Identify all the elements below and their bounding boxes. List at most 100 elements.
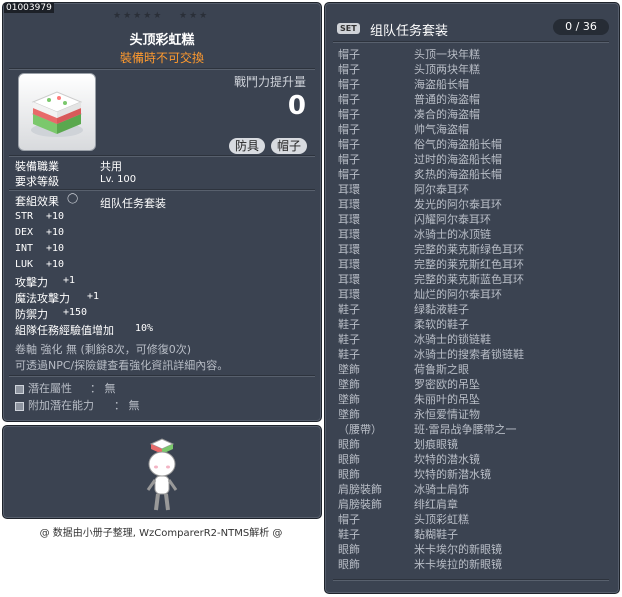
set-item-row: （腰帶） 班·雷昂战争腰带之一 [338,422,517,437]
set-item-category: 眼飾 [338,543,360,556]
set-item-name: 头顶两块年糕 [414,63,480,76]
set-badge: SET [337,23,360,34]
scroll-upgrade-info: 卷軸 強化 無 (剩餘8次，可修復0次) [15,343,192,356]
bonus-potential-bullet-icon [15,401,24,411]
star-force-stars-left: ★★★★★ [113,11,164,21]
set-item-row: 眼飾 米卡埃拉的新眼镜 [338,557,502,572]
set-item-row: 帽子 过时的海盗船长帽 [338,152,502,167]
set-item-category: 帽子 [338,93,360,106]
set-item-category: 墜飾 [338,363,360,376]
set-item-row: 眼飾 坎特的潜水镜 [338,452,480,467]
character-preview-icon [146,438,178,511]
set-item-category: 帽子 [338,48,360,61]
set-item-name: 过时的海盗船长帽 [414,153,502,166]
set-item-row: 耳環 完整的莱克斯蓝色耳环 [338,272,524,287]
item-tooltip-panel: 01003979 ★★★★★ ★★★ 头顶彩虹糕 裝備時不可交換 戰鬥力提升量 … [2,2,322,422]
set-progress-counter: 0 / 36 [553,19,609,35]
set-item-name: 炙热的海盗船长帽 [414,168,502,181]
set-item-row: 耳環 完整的莱克斯绿色耳环 [338,242,524,257]
set-item-row: 帽子 帅气海盗帽 [338,122,469,137]
set-item-name: 头顶一块年糕 [414,48,480,61]
set-item-category: 耳環 [338,228,360,241]
set-item-name: 班·雷昂战争腰带之一 [414,423,517,436]
set-item-category: 耳環 [338,273,360,286]
set-item-name: 头顶彩虹糕 [414,513,469,526]
bonus-potential-label: 附加潛在能力 [28,399,94,412]
set-item-row: 鞋子 冰骑士的搜索者锁链鞋 [338,347,524,362]
set-item-row: 帽子 海盗船长帽 [338,77,469,92]
stat-value-party-quest-exp: 10% [135,323,154,334]
potential-bullet-icon [15,384,24,394]
set-item-name: 阿尔泰耳环 [414,183,469,196]
set-item-category: 帽子 [338,108,360,121]
set-info-panel: SET 组队任务套装 0 / 36 帽子 头顶一块年糕 帽子 头顶两块年糕 帽子 海盗船长… [324,2,620,594]
set-item-name: 灿烂的阿尔泰耳环 [414,288,502,301]
set-item-name: 冰骑士肩饰 [414,483,469,496]
set-item-row: 帽子 普通的海盗帽 [338,92,480,107]
item-code: 01003979 [4,3,54,13]
set-item-category: 帽子 [338,63,360,76]
set-item-category: 眼飾 [338,438,360,451]
divider [9,68,315,70]
set-effect-value: 组队任务套装 [100,197,166,210]
stat-name-str: STR [15,211,34,222]
set-item-row: 鞋子 冰骑士的锁链鞋 [338,332,491,347]
level-label: 要求等級 [15,175,59,188]
set-item-name: 划痕眼镜 [414,438,458,451]
set-item-name: 米卡埃拉的新眼镜 [414,558,502,571]
stat-name-dex: DEX [15,227,34,238]
set-item-row: 墜飾 永恒爱情证物 [338,407,480,422]
set-item-name: 米卡埃尔的新眼镜 [414,543,502,556]
set-item-name: 柔软的鞋子 [414,318,469,331]
set-item-category: 帽子 [338,138,360,151]
set-item-name: 完整的莱克斯红色耳环 [414,258,524,271]
bonus-potential-row: 附加潛在能力 [15,397,94,413]
set-item-name: 海盗船长帽 [414,78,469,91]
set-item-category: 耳環 [338,183,360,196]
set-item-name: 闪耀阿尔泰耳环 [414,213,491,226]
stat-value-attack: +1 [63,275,76,286]
set-item-category: 耳環 [338,288,360,301]
job-value: 共用 [100,160,122,173]
stat-value-magic-attack: +1 [87,291,100,302]
set-item-name: 坎特的新潜水镜 [414,468,491,481]
set-item-row: 帽子 头顶一块年糕 [338,47,480,62]
stat-value-defense: +150 [63,307,88,318]
set-item-name: 罗密欧的吊坠 [414,378,480,391]
set-item-category: 眼飾 [338,453,360,466]
divider [9,375,315,377]
set-item-name: 完整的莱克斯蓝色耳环 [414,273,524,286]
set-item-category: 鞋子 [338,303,360,316]
set-item-category: 耳環 [338,198,360,211]
star-force-stars-right: ★★★ [179,11,210,21]
stat-name-attack: 攻擊力 [15,276,48,289]
set-item-category: （腰帶） [338,423,382,436]
set-item-row: 耳環 冰骑士的冰顶链 [338,227,491,242]
job-label: 裝備職業 [15,160,59,173]
set-item-row: 眼飾 坎特的新潜水镜 [338,467,491,482]
set-item-row: 帽子 头顶彩虹糕 [338,512,469,527]
set-item-row: 墜飾 罗密欧的吊坠 [338,377,480,392]
set-item-name: 朱丽叶的吊坠 [414,393,480,406]
stat-name-luk: LUK [15,259,34,270]
set-item-category: 帽子 [338,123,360,136]
set-item-row: 帽子 俗气的海盗船长帽 [338,137,502,152]
set-item-name: 绯红肩章 [414,498,458,511]
set-item-row: 耳環 完整的莱克斯红色耳环 [338,257,524,272]
set-item-name: 绿黏液鞋子 [414,303,469,316]
set-item-row: 肩膀裝飾 冰骑士肩饰 [338,482,469,497]
set-item-category: 帽子 [338,78,360,91]
category-tag-hat: 帽子 [271,138,308,154]
set-item-category: 帽子 [338,168,360,181]
stat-value-luk: +10 [46,259,65,270]
lock-icon: ◯ [67,193,79,204]
set-item-category: 肩膀裝飾 [338,483,382,496]
set-item-row: 鞋子 绿黏液鞋子 [338,302,469,317]
potential-value: ： 無 [90,382,116,395]
set-item-name: 冰骑士的冰顶链 [414,228,491,241]
set-item-category: 耳環 [338,243,360,256]
set-item-row: 眼飾 划痕眼镜 [338,437,458,452]
set-item-row: 帽子 凑合的海盗帽 [338,107,480,122]
stat-name-int: INT [15,243,34,254]
set-item-category: 墜飾 [338,393,360,406]
